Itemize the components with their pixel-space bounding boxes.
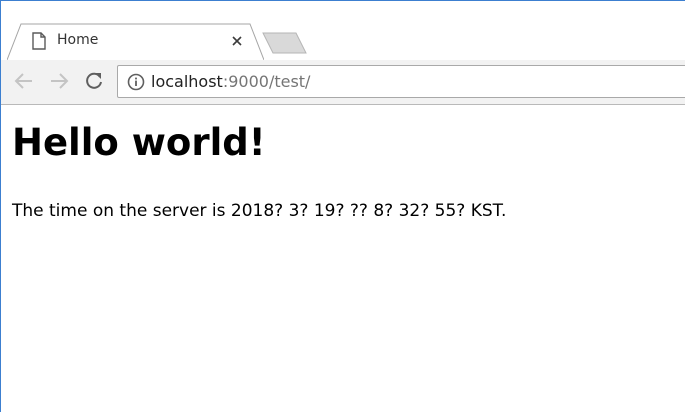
url-text: localhost:9000/test/ [151, 72, 310, 91]
page-content: Hello world! The time on the server is 2… [1, 105, 685, 413]
browser-toolbar: localhost:9000/test/ [1, 60, 685, 105]
browser-window: Home localhost:9000/test/ Hello world! T… [0, 0, 685, 413]
page-heading: Hello world! [12, 121, 266, 164]
reload-icon[interactable] [83, 70, 105, 92]
new-tab-button[interactable] [259, 32, 309, 54]
tab-title: Home [57, 32, 99, 48]
tab-strip: Home [1, 1, 685, 60]
tab-home[interactable]: Home [7, 23, 264, 60]
close-icon[interactable] [230, 34, 244, 48]
forward-arrow-icon[interactable] [48, 70, 70, 92]
info-icon[interactable] [127, 73, 145, 91]
page-icon [32, 32, 46, 50]
url-host: localhost [151, 72, 223, 91]
url-path: :9000/test/ [222, 72, 311, 91]
address-bar[interactable]: localhost:9000/test/ [117, 65, 685, 98]
back-arrow-icon[interactable] [13, 70, 35, 92]
server-time-text: The time on the server is 2018? 3? 19? ?… [12, 201, 507, 221]
